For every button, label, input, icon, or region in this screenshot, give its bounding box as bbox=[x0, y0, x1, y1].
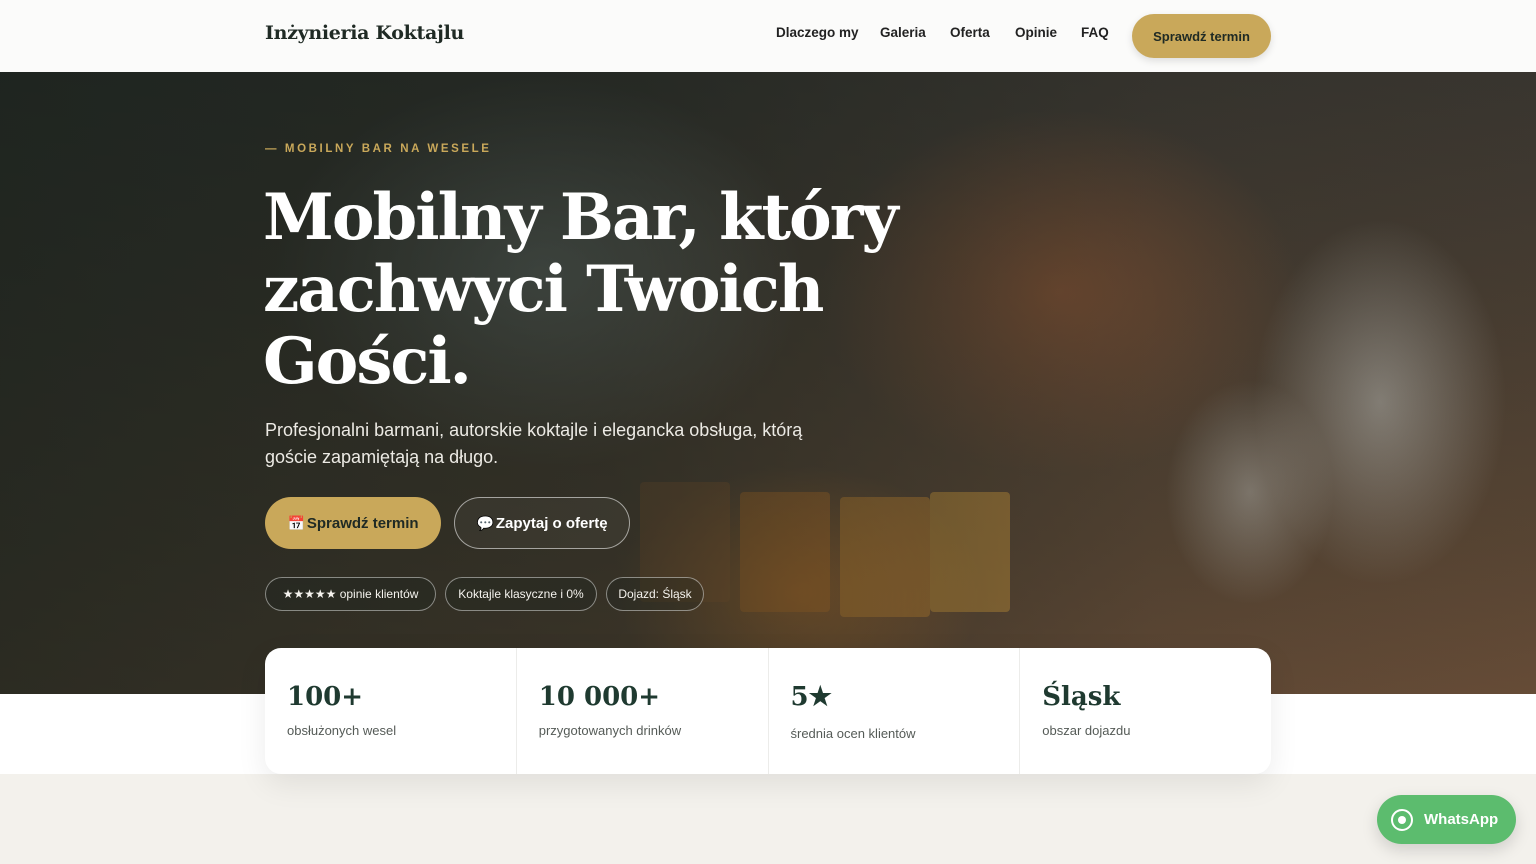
hero-title-line: zachwyci Twoich bbox=[263, 252, 824, 327]
stat-label: obszar dojazdu bbox=[1042, 723, 1131, 738]
stat-drinks: 10 000+ przygotowanych drinków bbox=[517, 648, 769, 774]
stat-label: przygotowanych drinków bbox=[538, 723, 682, 738]
stat-value: 10 000+ bbox=[538, 682, 661, 712]
hero-title-line: Gości. bbox=[263, 324, 472, 399]
nav-link-faq[interactable]: FAQ bbox=[1081, 25, 1109, 40]
nav-link-dlaczego-my[interactable]: Dlaczego my bbox=[776, 25, 859, 40]
hero-section: — MOBILNY BAR NA WESELE Mobilny Bar, któ… bbox=[0, 72, 1536, 694]
stat-rating: 5★ średnia ocen klientów bbox=[769, 648, 1021, 774]
chip-reviews: ★★★★★ opinie klientów bbox=[265, 577, 436, 611]
hero-subtitle: Profesjonalni barmani, autorskie koktajl… bbox=[265, 420, 803, 467]
chip-cocktails: Koktajle klasyczne i 0% bbox=[445, 577, 597, 611]
stat-weddings: 100+ obsłużonych wesel bbox=[265, 648, 517, 774]
nav-link-oferta[interactable]: Oferta bbox=[950, 25, 990, 40]
stat-value: 5★ bbox=[790, 682, 832, 712]
check-date-button[interactable]: 📅 Sprawdź termin bbox=[265, 497, 441, 549]
stat-area: Śląsk obszar dojazdu bbox=[1020, 648, 1271, 774]
chip-travel: Dojazd: Śląsk bbox=[606, 577, 704, 611]
nav-link-galeria[interactable]: Galeria bbox=[880, 25, 926, 40]
stat-value: Śląsk bbox=[1042, 682, 1121, 712]
hero-title-line: Mobilny Bar, który bbox=[263, 180, 899, 255]
whatsapp-icon bbox=[1391, 808, 1413, 831]
speech-bubble-icon: 💬 bbox=[476, 514, 494, 531]
ask-offer-label: Zapytaj o ofertę bbox=[495, 514, 608, 532]
stats-card: 100+ obsłużonych wesel 10 000+ przygotow… bbox=[265, 648, 1271, 774]
nav-link-opinie[interactable]: Opinie bbox=[1015, 25, 1057, 40]
hero-eyebrow: — MOBILNY BAR NA WESELE bbox=[265, 143, 492, 155]
stat-label: średnia ocen klientów bbox=[790, 726, 916, 741]
whatsapp-label: WhatsApp bbox=[1424, 811, 1499, 828]
site-header: Inżynieria Koktajlu Dlaczego my Galeria … bbox=[0, 0, 1536, 72]
check-date-label: Sprawdź termin bbox=[306, 514, 419, 532]
ask-offer-button[interactable]: 💬 Zapytaj o ofertę bbox=[454, 497, 630, 549]
stat-label: obsłużonych wesel bbox=[287, 723, 397, 738]
whatsapp-button[interactable]: WhatsApp bbox=[1377, 795, 1516, 844]
stat-value: 100+ bbox=[287, 682, 364, 712]
calendar-icon: 📅 bbox=[287, 514, 305, 531]
site-logo[interactable]: Inżynieria Koktajlu bbox=[265, 22, 464, 44]
header-cta-button[interactable]: Sprawdź termin bbox=[1132, 14, 1271, 58]
hero-title: Mobilny Bar, który zachwyci Twoich Gości… bbox=[263, 182, 903, 398]
